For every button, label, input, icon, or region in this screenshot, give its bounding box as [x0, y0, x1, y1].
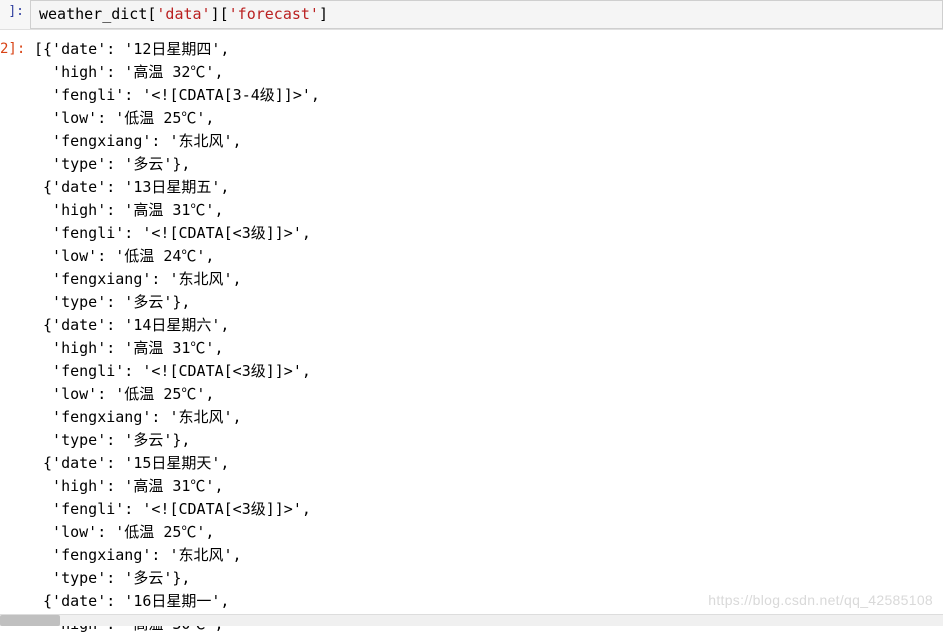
code-input-area[interactable]: weather_dict['data']['forecast'] [30, 0, 943, 29]
input-cell: ]: weather_dict['data']['forecast'] [0, 0, 943, 30]
watermark-text: https://blog.csdn.net/qq_42585108 [708, 589, 933, 612]
code-variable: weather_dict [39, 5, 147, 23]
output-text: [{'date': '12日星期四', 'high': '高温 32℃', 'f… [30, 38, 943, 636]
code-bracket: ][ [211, 5, 229, 23]
code-bracket: ] [319, 5, 328, 23]
output-cell: 2]: [{'date': '12日星期四', 'high': '高温 32℃'… [0, 30, 943, 636]
horizontal-scrollbar[interactable] [0, 614, 943, 626]
code-string-key: 'forecast' [229, 5, 319, 23]
input-prompt: ]: [0, 0, 30, 29]
code-string-key: 'data' [156, 5, 210, 23]
output-prompt: 2]: [0, 38, 30, 636]
scrollbar-thumb[interactable] [0, 615, 60, 626]
